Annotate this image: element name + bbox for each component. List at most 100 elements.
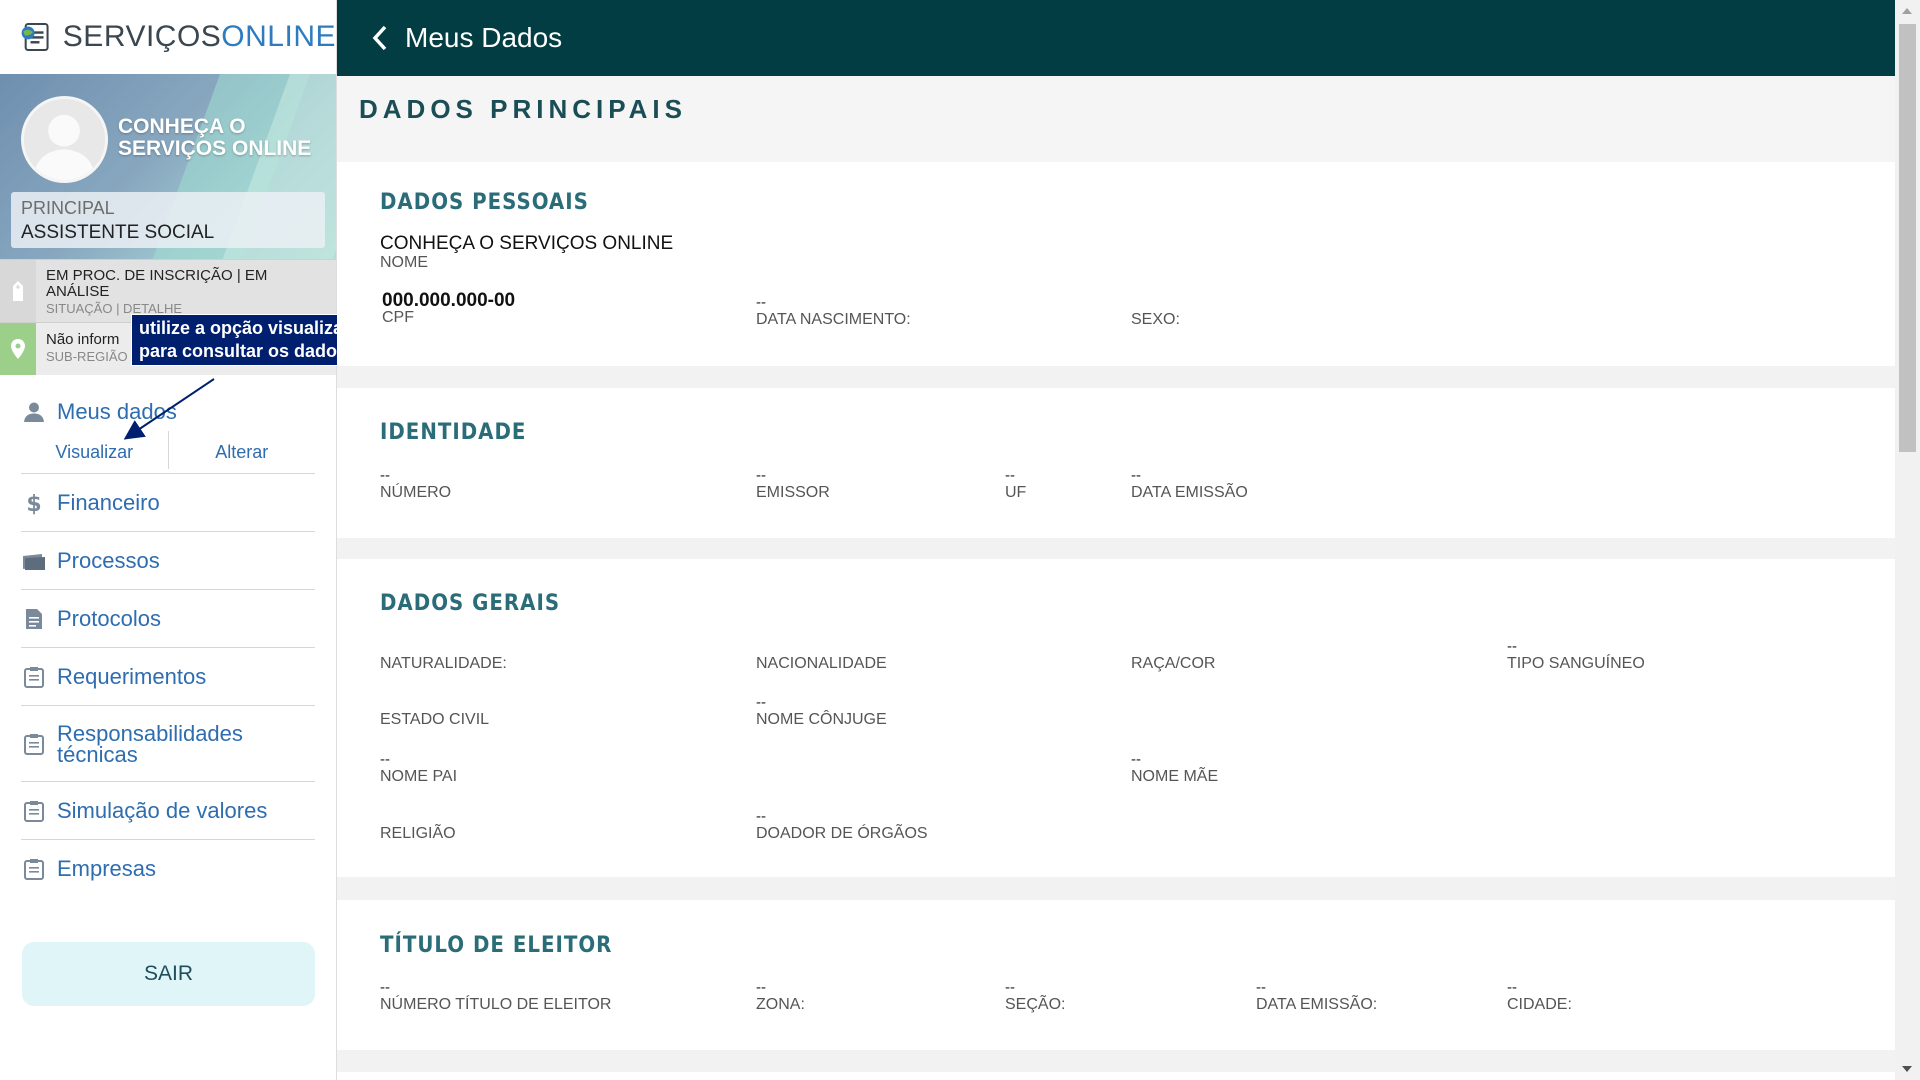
tag-icon	[0, 260, 36, 322]
menu-item-empresas[interactable]: Empresas	[21, 840, 315, 898]
role-box: PRINCIPAL ASSISTENTE SOCIAL	[11, 192, 325, 248]
conjuge-label: NOME CÔNJUGE	[756, 711, 887, 728]
mae-label: NOME MÃE	[1131, 768, 1219, 785]
field-secao: -- SEÇÃO:	[1005, 980, 1065, 1014]
nacionalidade-label: NACIONALIDADE	[756, 655, 887, 672]
field-cpf: 000.000.000-00 CPF	[382, 291, 515, 327]
menu-label: Empresas	[57, 856, 157, 881]
cpf-value: 000.000.000-00	[382, 290, 516, 311]
alterar-link[interactable]: Alterar	[169, 431, 316, 473]
dollar-icon: $	[21, 491, 47, 515]
doador-value: --	[756, 808, 766, 825]
nome-label: NOME	[380, 254, 428, 271]
clipboard-icon	[21, 857, 47, 881]
sidebar: SERVIÇOSONLINE CONHEÇA O SERVIÇOS ONLINE…	[0, 0, 337, 1080]
rg-emissor-label: EMISSOR	[756, 484, 830, 501]
rg-data-label: DATA EMISSÃO	[1131, 484, 1248, 501]
top-bar: Meus Dados	[337, 0, 1895, 76]
rg-emissor-value: --	[756, 467, 766, 484]
raca-label: RAÇA/COR	[1131, 655, 1216, 672]
rg-uf-value: --	[1005, 467, 1015, 484]
menu-item-responsabilidades[interactable]: Responsabilidades técnicas	[21, 706, 315, 782]
field-rg-emissor: -- EMISSOR	[756, 468, 830, 502]
field-estado-civil: ESTADO CIVIL	[380, 695, 489, 729]
menu-label: Responsabilidades técnicas	[57, 720, 243, 767]
vertical-scrollbar[interactable]	[1895, 0, 1920, 1080]
clipboard-icon	[21, 799, 47, 823]
mae-value: --	[1131, 751, 1141, 768]
menu-label: Financeiro	[57, 489, 160, 515]
nasc-value: --	[756, 294, 766, 311]
clipboard-icon	[21, 665, 47, 689]
meus-dados-header[interactable]: Meus dados	[21, 397, 315, 427]
sexo-value	[1131, 295, 1180, 311]
menu-label: Requerimentos	[57, 663, 207, 689]
menu-item-simulacao[interactable]: Simulação de valores	[21, 782, 315, 840]
section-title: IDENTIDADE	[380, 420, 527, 445]
pai-label: NOME PAI	[380, 768, 458, 785]
card-next	[337, 1072, 1895, 1080]
field-nome: CONHEÇA O SERVIÇOS ONLINE NOME	[380, 234, 673, 272]
visualizar-link[interactable]: Visualizar	[21, 431, 168, 473]
field-doador: -- DOADOR DE ÓRGÃOS	[756, 809, 928, 843]
card-titulo-eleitor: TÍTULO DE ELEITOR -- NÚMERO TÍTULO DE EL…	[337, 900, 1895, 1050]
titulo-data-value: --	[1256, 979, 1266, 996]
nav-menu: Meus dados Visualizar Alterar $ Financei…	[0, 389, 336, 898]
scrollbar-thumb[interactable]	[1899, 24, 1916, 452]
menu-label: Simulação de valores	[57, 797, 268, 823]
cidade-value: --	[1507, 979, 1517, 996]
sangue-label: TIPO SANGUÍNEO	[1507, 655, 1645, 672]
menu-item-requerimentos[interactable]: Requerimentos	[21, 648, 315, 706]
menu-item-financeiro[interactable]: $ Financeiro	[21, 474, 315, 532]
rg-numero-label: NÚMERO	[380, 484, 452, 501]
field-nacionalidade: NACIONALIDADE	[756, 639, 887, 673]
nome-value: CONHEÇA O SERVIÇOS ONLINE	[380, 233, 674, 254]
menu-label: Protocolos	[57, 605, 161, 631]
menu-item-protocolos[interactable]: Protocolos	[21, 590, 315, 648]
field-titulo-data: -- DATA EMISSÃO:	[1256, 980, 1377, 1014]
nasc-label: DATA NASCIMENTO:	[756, 311, 911, 328]
menu-item-processos[interactable]: Processos	[21, 532, 315, 590]
role-value: ASSISTENTE SOCIAL	[21, 222, 215, 243]
rg-uf-label: UF	[1005, 484, 1027, 501]
field-zona: -- ZONA:	[756, 980, 805, 1014]
card-dados-pessoais: DADOS PESSOAIS CONHEÇA O SERVIÇOS ONLINE…	[337, 162, 1895, 366]
svg-text:$: $	[26, 492, 41, 515]
sangue-value: --	[1507, 638, 1517, 655]
app-logo[interactable]: SERVIÇOSONLINE	[0, 0, 336, 74]
zona-value: --	[756, 979, 766, 996]
field-nome-pai: -- NOME PAI	[380, 752, 457, 786]
field-rg-uf: -- UF	[1005, 468, 1026, 502]
field-tipo-sanguineo: -- TIPO SANGUÍNEO	[1507, 639, 1645, 673]
folder-icon	[21, 549, 47, 573]
secao-value: --	[1005, 979, 1015, 996]
logo-text: SERVIÇOSONLINE	[62, 20, 336, 53]
card-identidade: IDENTIDADE -- NÚMERO -- EMISSOR -- UF --…	[337, 388, 1895, 538]
card-dados-gerais: DADOS GERAIS NATURALIDADE: NACIONALIDADE…	[337, 559, 1895, 877]
scroll-down-icon[interactable]	[1902, 1066, 1912, 1072]
role-label: PRINCIPAL	[21, 198, 115, 218]
clipboard-icon	[21, 732, 47, 756]
user-avatar-icon	[24, 99, 105, 180]
field-titulo-numero: -- NÚMERO TÍTULO DE ELEITOR	[380, 980, 611, 1014]
status-situacao: EM PROC. DE INSCRIÇÃO | EM ANÁLISE SITUA…	[0, 259, 336, 322]
field-religiao: RELIGIÃO	[380, 809, 456, 843]
pai-value: --	[380, 751, 390, 768]
scroll-up-icon[interactable]	[1902, 8, 1912, 14]
cidade-label: CIDADE:	[1507, 996, 1572, 1013]
civil-label: ESTADO CIVIL	[380, 711, 490, 728]
field-naturalidade: NATURALIDADE:	[380, 639, 507, 673]
conjuge-value: --	[756, 694, 766, 711]
logout-button[interactable]: SAIR	[22, 942, 315, 1006]
profile-name: CONHEÇA O SERVIÇOS ONLINE	[118, 115, 312, 160]
profile-card: CONHEÇA O SERVIÇOS ONLINE PRINCIPAL ASSI…	[0, 74, 336, 259]
menu-label: Processos	[57, 547, 160, 573]
field-rg-data: -- DATA EMISSÃO	[1131, 468, 1248, 502]
menu-item-meus-dados: Meus dados Visualizar Alterar	[21, 389, 315, 474]
user-icon	[21, 400, 47, 424]
section-title: DADOS GERAIS	[380, 591, 561, 616]
location-pin-icon	[0, 323, 36, 375]
titulo-numero-label: NÚMERO TÍTULO DE ELEITOR	[380, 996, 612, 1013]
page-title: DADOS PRINCIPAIS	[337, 76, 1895, 162]
back-button[interactable]	[355, 0, 405, 76]
